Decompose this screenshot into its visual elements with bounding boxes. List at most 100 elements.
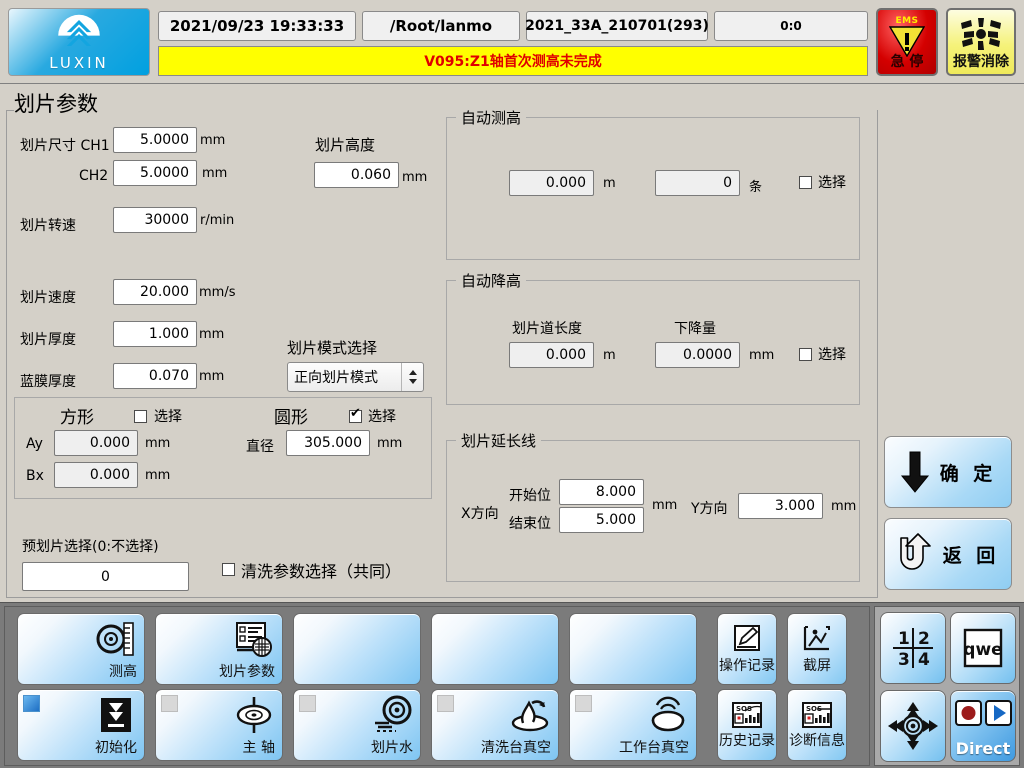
logo-text: LUXIN — [49, 53, 109, 72]
toolbar-button-dicing-params[interactable]: 划片参数 — [155, 613, 283, 685]
bottom-toolbar: 测高 划片参数 初始化 主 轴 划片水 清洗台真空 工作台真空 操作记录 截屏 … — [0, 602, 1024, 768]
ch2-input[interactable]: 5.0000 — [113, 160, 197, 186]
ch1-input[interactable]: 5.0000 — [113, 127, 197, 153]
luxin-logo: LUXIN — [8, 8, 150, 76]
toolbar-button-empty-3[interactable] — [569, 613, 697, 685]
y-input[interactable]: 3.000 — [738, 493, 823, 519]
lane-length-input[interactable]: 0.000 — [509, 342, 594, 368]
extension-line-title: 划片延长线 — [456, 430, 542, 451]
drop-amount-unit: mm — [749, 348, 775, 363]
clean-vacuum-icon — [510, 695, 550, 739]
end-pos-input[interactable]: 5.000 — [559, 507, 644, 533]
dicing-speed-input[interactable]: 20.000 — [113, 279, 197, 305]
numeric-keypad-icon: 1 2 3 4 — [893, 628, 933, 670]
svg-text:qwe: qwe — [963, 640, 1002, 660]
dicing-mode-value: 正向划片模式 — [294, 370, 378, 386]
dicing-mode-select[interactable]: 正向划片模式 — [287, 362, 424, 392]
clean-param-checkbox[interactable] — [222, 563, 235, 576]
auto-height-count-input[interactable]: 0 — [655, 170, 740, 196]
dicing-thickness-label: 划片厚度 — [20, 332, 76, 348]
toolbar-button-clean-vacuum[interactable]: 清洗台真空 — [431, 689, 559, 761]
alarm-burst-icon — [961, 18, 1001, 50]
toolbar-button-initialize[interactable]: 初始化 — [17, 689, 145, 761]
recipe-name-display: 2021_33A_210701(293) — [525, 11, 709, 41]
toolbar-button-diagnostics[interactable]: SOS 诊断信息 — [787, 689, 847, 761]
chevron-updown-icon — [401, 363, 423, 391]
auto-height-select-label: 选择 — [818, 175, 846, 191]
toolbar-button-dicing-water[interactable]: 划片水 — [293, 689, 421, 761]
keyboard-button[interactable]: qwe — [950, 612, 1016, 684]
numeric-keypad-button[interactable]: 1 2 3 4 — [880, 612, 946, 684]
auto-height-distance-input[interactable]: 0.000 — [509, 170, 594, 196]
square-shape-checkbox[interactable] — [134, 410, 147, 423]
svg-text:SOS: SOS — [736, 705, 752, 713]
toolbar-button-empty-1[interactable] — [293, 613, 421, 685]
x-unit: mm — [652, 498, 678, 513]
down-arrow-icon — [900, 451, 929, 493]
header-bar: LUXIN 2021/09/23 19:33:33 /Root/lanmo 20… — [0, 0, 1024, 84]
height-gauge-icon — [96, 619, 136, 663]
direct-button[interactable]: Direct — [950, 690, 1016, 762]
toolbar-button-spindle[interactable]: 主 轴 — [155, 689, 283, 761]
drop-amount-label: 下降量 — [674, 321, 716, 337]
bx-input[interactable]: 0.000 — [54, 462, 138, 488]
spindle-speed-input[interactable]: 30000 — [113, 207, 197, 233]
ch1-unit: mm — [200, 133, 226, 148]
status-indicator — [161, 695, 178, 712]
film-thickness-unit: mm — [199, 369, 225, 384]
toolbar-label: 清洗台真空 — [481, 740, 551, 756]
spindle-icon — [234, 695, 274, 739]
y-unit: mm — [831, 499, 857, 514]
toolbar-button-screenshot[interactable]: 截屏 — [787, 613, 847, 685]
confirm-button[interactable]: 确 定 — [884, 436, 1012, 508]
diameter-input[interactable]: 305.000 — [286, 430, 370, 456]
svg-text:2: 2 — [918, 629, 930, 649]
dicing-height-unit: mm — [402, 170, 428, 185]
drop-amount-input[interactable]: 0.0000 — [655, 342, 740, 368]
qwerty-keyboard-icon: qwe — [960, 627, 1006, 669]
auto-descent-checkbox[interactable] — [799, 348, 812, 361]
start-pos-label: 开始位 — [509, 488, 551, 504]
datetime-display: 2021/09/23 19:33:33 — [158, 11, 356, 41]
alarm-clear-button[interactable]: 报警消除 — [946, 8, 1016, 76]
direction-pad-icon — [888, 702, 938, 750]
toolbar-button-table-vacuum[interactable]: 工作台真空 — [569, 689, 697, 761]
direct-label: Direct — [955, 739, 1011, 758]
dicing-height-input[interactable]: 0.060 — [314, 162, 399, 188]
y-direction-label: Y方向 — [691, 501, 728, 517]
table-vacuum-icon — [648, 695, 688, 739]
toolbar-label: 诊断信息 — [789, 732, 845, 749]
direction-pad-button[interactable] — [880, 690, 946, 762]
dicing-mode-label: 划片模式选择 — [287, 339, 378, 357]
status-indicator — [437, 695, 454, 712]
toolbar-label: 截屏 — [803, 657, 831, 674]
status-indicator — [575, 695, 592, 712]
emergency-stop-button[interactable]: EMS 急 停 — [876, 8, 938, 76]
main-content: 划片参数 划片尺寸 CH1 5.0000 mm CH2 5.0000 mm 划片… — [0, 84, 1024, 602]
pencil-note-icon — [734, 624, 760, 651]
dicing-height-label: 划片高度 — [315, 136, 376, 154]
toolbar-button-height-measure[interactable]: 测高 — [17, 613, 145, 685]
sos-history-icon: SOS — [732, 701, 762, 728]
toolbar-button-operation-log[interactable]: 操作记录 — [717, 613, 777, 685]
dicing-thickness-input[interactable]: 1.000 — [113, 321, 197, 347]
back-button[interactable]: 返 回 — [884, 518, 1012, 590]
start-pos-input[interactable]: 8.000 — [559, 479, 644, 505]
sos-diagnostic-icon: SOS — [802, 701, 832, 728]
toolbar-button-empty-2[interactable] — [431, 613, 559, 685]
toolbar-button-history[interactable]: SOS 历史记录 — [717, 689, 777, 761]
svg-text:3: 3 — [898, 650, 910, 670]
bx-label: Bx — [26, 468, 44, 484]
pre-dice-label: 预划片选择(0:不选择) — [22, 539, 159, 555]
square-shape-label: 方形 — [60, 408, 94, 428]
lane-length-label: 划片道长度 — [512, 321, 582, 337]
toolbar-label: 划片参数 — [219, 664, 275, 680]
film-thickness-input[interactable]: 0.070 — [113, 363, 197, 389]
confirm-label: 确 定 — [939, 462, 997, 485]
ch2-label: CH2 — [79, 168, 109, 184]
luxin-chevron-logo-icon — [58, 14, 100, 46]
circle-shape-checkbox[interactable] — [349, 407, 362, 423]
ay-input[interactable]: 0.000 — [54, 430, 138, 456]
pre-dice-input[interactable]: 0 — [22, 562, 189, 591]
auto-height-checkbox[interactable] — [799, 176, 812, 189]
